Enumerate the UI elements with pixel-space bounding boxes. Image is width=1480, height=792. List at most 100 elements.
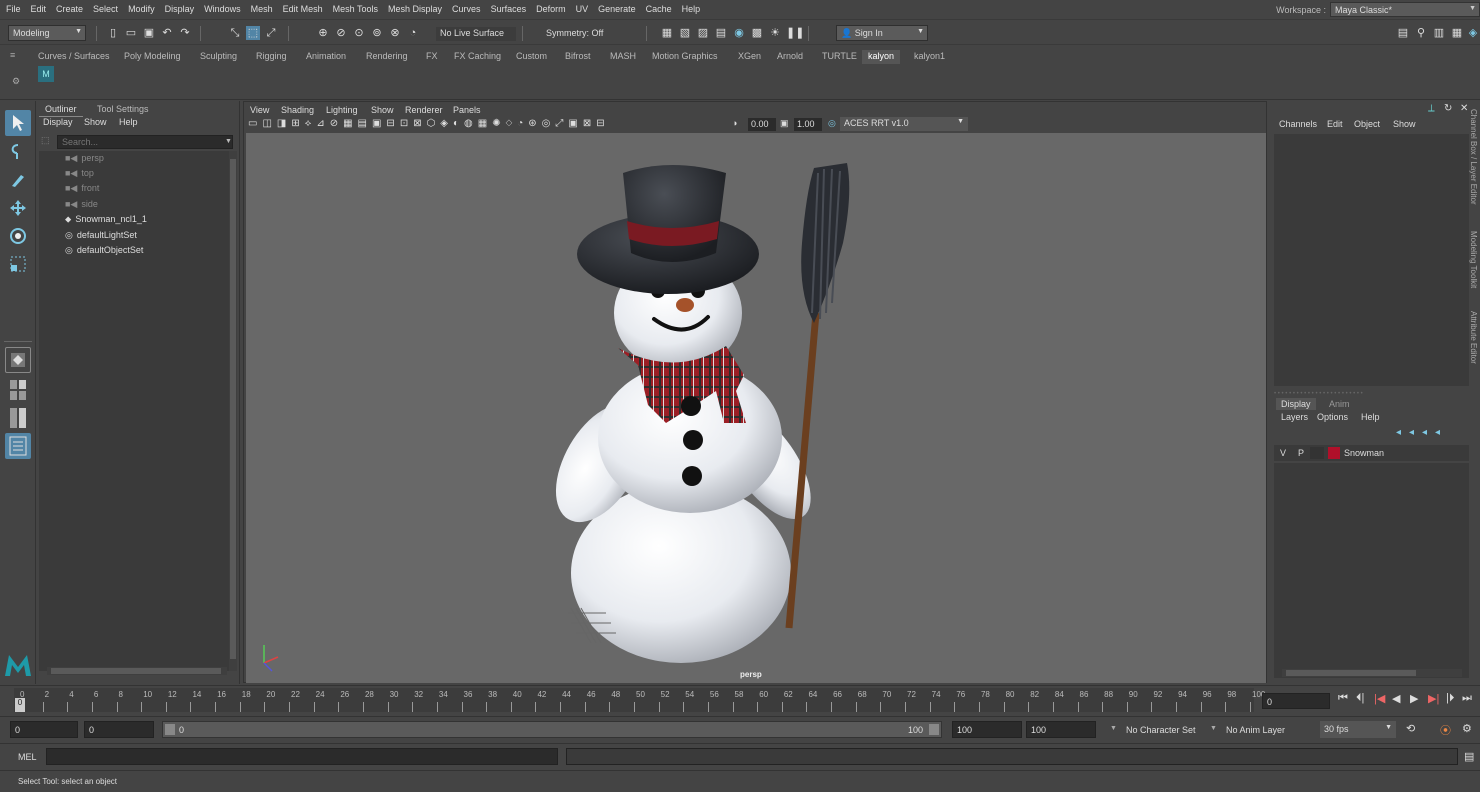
hypershade-icon[interactable]: ◉ (732, 26, 746, 40)
menu-modify[interactable]: Modify (122, 0, 159, 14)
list-item[interactable]: ■◀ side (65, 197, 98, 211)
four-view-icon[interactable] (5, 377, 31, 403)
menu-create[interactable]: Create (50, 0, 87, 14)
side-tab-attribute-editor[interactable]: Attribute Editor (1469, 311, 1478, 364)
menu-edit-mesh[interactable]: Edit Mesh (277, 0, 327, 14)
snap-grid-icon[interactable]: ⊕ (316, 26, 330, 40)
render-view-icon[interactable]: ▦ (660, 26, 674, 40)
rotate-tool-icon[interactable] (5, 223, 31, 249)
shelf-tab-mash[interactable]: MASH (604, 50, 642, 64)
layer-playback-toggle[interactable]: P (1292, 448, 1310, 458)
make-live-icon[interactable]: ◔ (406, 26, 420, 40)
shelf-tab-custom[interactable]: Custom (510, 50, 553, 64)
script-editor-icon[interactable]: ▤ (1464, 750, 1474, 763)
filter-icon[interactable]: ⬚ (41, 135, 50, 146)
shelf-tab-bifrost[interactable]: Bifrost (559, 50, 597, 64)
layers-menu-layers[interactable]: Layers (1281, 412, 1308, 422)
chevron-down-icon[interactable]: ▼ (1110, 725, 1117, 732)
shelf-tab-arnold[interactable]: Arnold (771, 50, 809, 64)
tab-anim[interactable]: Anim (1324, 398, 1355, 410)
layer-color-swatch[interactable] (1328, 447, 1340, 459)
snap-projected-icon[interactable]: ⊚ (370, 26, 384, 40)
toggle-attribute-editor-icon[interactable]: ⚲ (1414, 26, 1428, 40)
exposure-icon[interactable]: ◑ (732, 118, 737, 128)
channels-menu-show[interactable]: Show (1393, 119, 1416, 129)
viewport-menu-panels[interactable]: Panels (453, 105, 481, 115)
tab-display[interactable]: Display (1276, 398, 1316, 410)
light-editor-icon[interactable]: ☀ (768, 26, 782, 40)
menu-help[interactable]: Help (676, 0, 705, 14)
paint-select-tool-icon[interactable] (5, 167, 31, 193)
list-item[interactable]: ■◀ top (65, 166, 94, 180)
step-back-key-icon[interactable]: ⏴| (1356, 692, 1364, 705)
close-icon[interactable]: ✕ (1460, 103, 1468, 114)
shelf-tab-animation[interactable]: Animation (300, 50, 352, 64)
fps-dropdown[interactable]: 30 fps ▼ (1320, 721, 1396, 738)
play-backward-icon[interactable]: ◀ (1392, 692, 1400, 705)
reset-icon[interactable]: ↻ (1444, 103, 1452, 114)
scale-tool-icon[interactable] (5, 251, 31, 277)
time-ruler[interactable]: 0 2 4 6 8 10 12 14 16 18 20 22 24 26 28 30 32 34 36 38 40 42 4… (14, 688, 1265, 712)
snap-point-icon[interactable]: ⊙ (352, 26, 366, 40)
menu-windows[interactable]: Windows (198, 0, 245, 14)
snap-curve-icon[interactable]: ⊘ (334, 26, 348, 40)
range-start-handle[interactable] (165, 724, 175, 735)
render-setup-icon[interactable]: ▩ (750, 26, 764, 40)
layer-type-toggle[interactable] (1310, 447, 1324, 459)
outliner-menu-display[interactable]: Display (43, 117, 73, 127)
command-input[interactable] (46, 748, 558, 765)
side-tab-modeling-toolkit[interactable]: Modeling Toolkit (1469, 231, 1478, 288)
horizontal-scrollbar[interactable] (1282, 669, 1462, 677)
ipr-render-icon[interactable]: ▨ (696, 26, 710, 40)
layers-menu-help[interactable]: Help (1361, 412, 1380, 422)
layer-row[interactable]: V P Snowman (1274, 445, 1469, 461)
animation-end-field[interactable]: 100 (1026, 721, 1096, 738)
menu-surfaces[interactable]: Surfaces (485, 0, 531, 14)
lasso-tool-icon[interactable] (5, 139, 31, 165)
current-frame-field[interactable]: 0 (1262, 693, 1330, 709)
anim-layer-dropdown[interactable]: No Anim Layer (1226, 725, 1285, 735)
shelf-tab-rigging[interactable]: Rigging (250, 50, 293, 64)
loop-icon[interactable]: ⟲ (1406, 722, 1415, 735)
chevron-down-icon[interactable]: ▼ (225, 138, 232, 145)
shelf-tab-kalyon1[interactable]: kalyon1 (908, 50, 951, 64)
color-space-dropdown[interactable]: ACES RRT v1.0 ▼ (840, 117, 968, 131)
preferences-icon[interactable]: ⚙ (1462, 722, 1472, 735)
menu-mesh-tools[interactable]: Mesh Tools (327, 0, 382, 14)
shelf-tab-rendering[interactable]: Rendering (360, 50, 414, 64)
shelf-tab-turtle[interactable]: TURTLE (816, 50, 863, 64)
panel-splitter[interactable]: • • • • • • • • • • • • • • • • • • • • … (1274, 391, 1469, 397)
layers-menu-options[interactable]: Options (1317, 412, 1348, 422)
menu-cache[interactable]: Cache (640, 0, 676, 14)
viewport-menu-show[interactable]: Show (371, 105, 394, 115)
toggle-layer-editor-icon[interactable]: ◈ (1466, 26, 1480, 40)
menu-mesh-display[interactable]: Mesh Display (382, 0, 446, 14)
list-item[interactable]: ⬥ Snowman_ncl1_1 (65, 212, 147, 226)
go-to-start-icon[interactable]: ⏮ (1338, 692, 1348, 705)
viewport-menu-lighting[interactable]: Lighting (326, 105, 358, 115)
shelf-tab-motion-graphics[interactable]: Motion Graphics (646, 50, 724, 64)
outliner-persp-view-icon[interactable] (5, 433, 31, 459)
symmetry-dropdown[interactable]: Symmetry: Off (540, 27, 620, 41)
viewport-toolbar-icons[interactable]: ▭◫◨⊞⟡⊿⊘▦▤▣⊟⊡⊠⬡◈◐◍▦✺⬦◔⊛◎⤢▣⊠⊟ (248, 118, 728, 132)
animation-start-field[interactable]: 0 (10, 721, 78, 738)
menu-mesh[interactable]: Mesh (245, 0, 277, 14)
redo-icon[interactable]: ↷ (178, 26, 192, 40)
go-to-end-icon[interactable]: ⏭ (1462, 692, 1472, 705)
new-scene-icon[interactable]: ▯ (106, 26, 120, 40)
layer-action-icons[interactable]: ◂◂◂◂ (1396, 427, 1448, 438)
menu-file[interactable]: File (0, 0, 25, 14)
mode-dropdown[interactable]: Modeling ▼ (8, 25, 86, 41)
move-tool-icon[interactable] (5, 195, 31, 221)
character-set-dropdown[interactable]: No Character Set (1126, 725, 1196, 735)
chevron-down-icon[interactable]: ▼ (1210, 725, 1217, 732)
shelf-tab-poly-modeling[interactable]: Poly Modeling (118, 50, 187, 64)
tab-tool-settings[interactable]: Tool Settings (91, 102, 155, 116)
sign-in-button[interactable]: 👤 Sign In ▼ (836, 25, 928, 41)
list-item[interactable]: ■◀ front (65, 181, 99, 195)
live-surface-field[interactable]: No Live Surface (436, 27, 516, 41)
command-language-label[interactable]: MEL (18, 752, 37, 762)
two-view-icon[interactable] (5, 405, 31, 431)
play-forward-icon[interactable]: ▶ (1410, 692, 1418, 705)
layer-visibility-toggle[interactable]: V (1274, 448, 1292, 458)
